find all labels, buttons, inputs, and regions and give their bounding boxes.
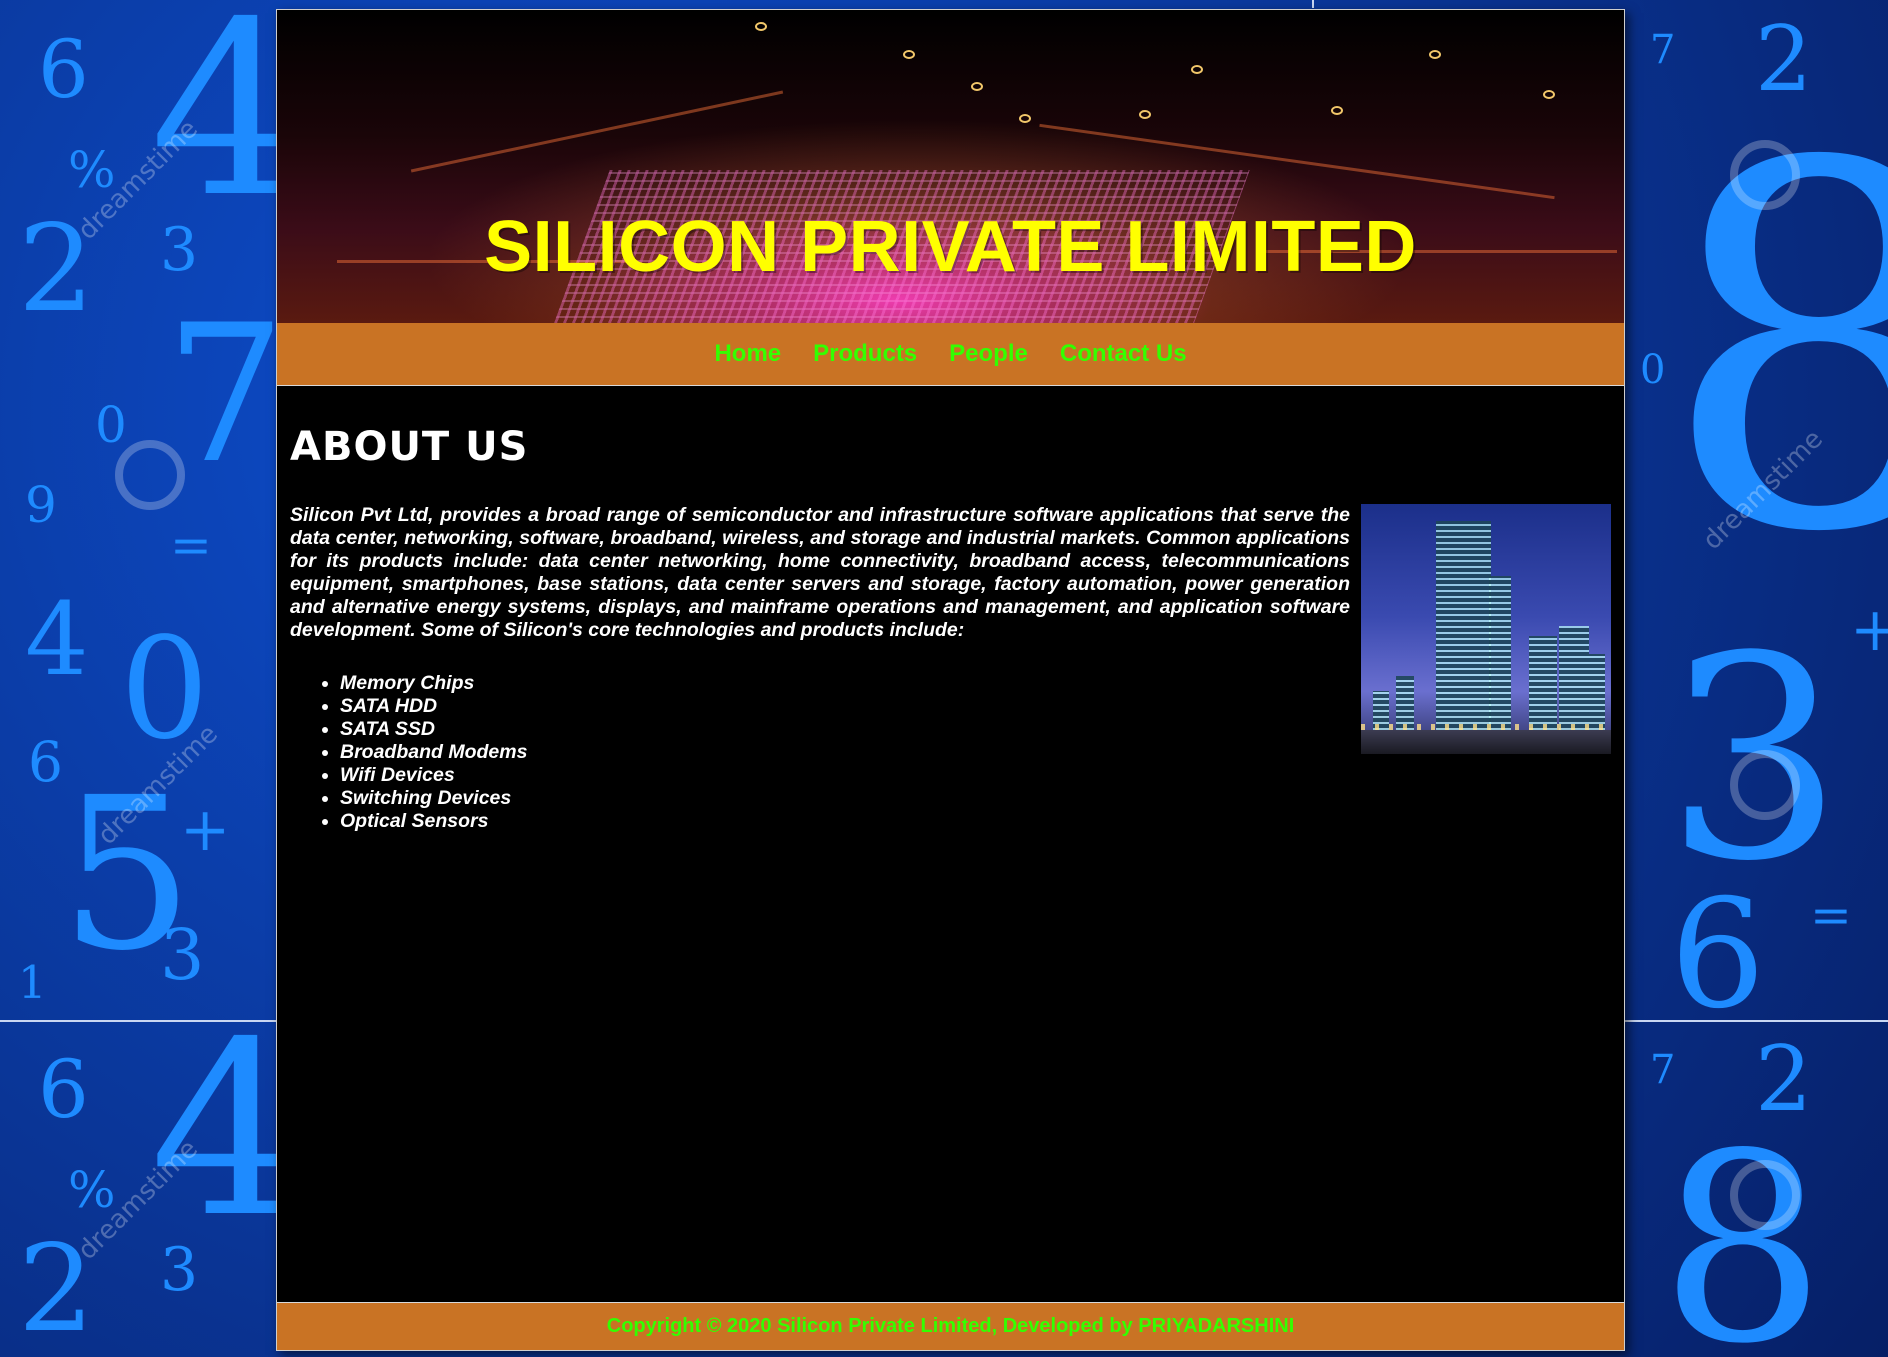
- banner-decoration: [1543, 90, 1555, 99]
- list-item: Switching Devices: [340, 787, 1611, 810]
- page-container: SILICON PRIVATE LIMITED Home Products Pe…: [276, 9, 1625, 1351]
- about-paragraph: Silicon Pvt Ltd, provides a broad range …: [290, 504, 1350, 641]
- building-shape: [1489, 576, 1511, 736]
- banner-decoration: [1139, 110, 1151, 119]
- banner-decoration: [1331, 106, 1343, 115]
- bg-numeral: 3: [160, 215, 199, 285]
- bg-numeral: =: [1810, 886, 1852, 944]
- header-banner: SILICON PRIVATE LIMITED: [277, 10, 1624, 323]
- bg-numeral: 6: [38, 1043, 89, 1136]
- nav-link-contact-us[interactable]: Contact Us: [1060, 340, 1187, 368]
- banner-decoration: [755, 22, 767, 31]
- building-image: [1361, 504, 1611, 754]
- banner-decoration: [410, 90, 784, 173]
- watermark-swirl-icon: [1730, 1160, 1800, 1230]
- tile-divider: [1312, 0, 1314, 8]
- site-footer: Copyright © 2020 Silicon Private Limited…: [277, 1302, 1624, 1350]
- bg-numeral: 4: [25, 581, 89, 698]
- about-section: Silicon Pvt Ltd, provides a broad range …: [290, 504, 1611, 833]
- ground-strip: [1361, 730, 1611, 754]
- nav-link-home[interactable]: Home: [714, 340, 781, 368]
- bg-numeral: 3: [160, 1235, 199, 1305]
- bg-numeral: +: [180, 795, 231, 865]
- watermark-swirl-icon: [1730, 750, 1800, 820]
- site-title: SILICON PRIVATE LIMITED: [484, 207, 1417, 287]
- copyright-text: Copyright © 2020 Silicon Private Limited…: [606, 1315, 1295, 1337]
- list-item: Wifi Devices: [340, 764, 1611, 787]
- banner-decoration: [1019, 114, 1031, 123]
- building-shape: [1436, 521, 1491, 736]
- bg-numeral: 6: [28, 730, 63, 794]
- list-item: Optical Sensors: [340, 810, 1611, 833]
- bg-numeral: +: [1850, 595, 1888, 665]
- bg-numeral: 0: [1640, 347, 1666, 393]
- nav-link-products[interactable]: Products: [813, 340, 917, 368]
- bg-numeral: 3: [160, 914, 205, 996]
- banner-decoration: [1429, 50, 1441, 59]
- banner-decoration: [903, 50, 915, 59]
- bg-numeral: 6: [1670, 868, 1766, 1042]
- bg-numeral: 8: [1660, 1099, 1826, 1357]
- bg-numeral: 9: [25, 476, 57, 534]
- banner-decoration: [1191, 65, 1203, 74]
- bg-numeral: 1: [18, 956, 47, 1009]
- building-shape: [1529, 636, 1557, 736]
- main-content: ABOUT US Silicon Pvt Ltd, provides a bro…: [277, 386, 1624, 1304]
- nav-link-people[interactable]: People: [949, 340, 1028, 368]
- bg-numeral: =: [170, 516, 212, 574]
- bg-numeral: 6: [38, 23, 89, 116]
- main-navigation: Home Products People Contact Us: [277, 323, 1624, 386]
- bg-numeral: 7: [1650, 1047, 1676, 1093]
- banner-decoration: [971, 82, 983, 91]
- watermark-swirl-icon: [115, 440, 185, 510]
- page-title: ABOUT US: [290, 424, 529, 470]
- bg-numeral: 0: [95, 396, 127, 454]
- building-shape: [1559, 626, 1589, 736]
- bg-numeral: 7: [165, 284, 286, 505]
- watermark-swirl-icon: [1730, 140, 1800, 210]
